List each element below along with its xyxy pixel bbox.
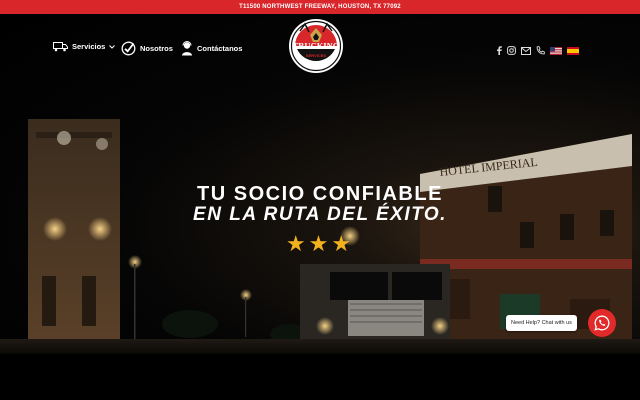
whatsapp-chat-button[interactable] xyxy=(588,309,616,337)
hero-headline-line1: TU SOCIO CONFIABLE xyxy=(197,183,443,205)
chat-prompt-label[interactable]: Need Help? Chat with us xyxy=(506,315,577,331)
us-flag-icon[interactable] xyxy=(550,42,562,60)
nav-label-nosotros: Nosotros xyxy=(140,44,173,53)
address-text: T11500 NORTHWEST FREEWAY, HOUSTON, TX 77… xyxy=(239,4,401,10)
nav-item-servicios[interactable]: Servicios xyxy=(53,41,116,52)
main-navigation: Servicios Nosotros Contáctanos TRUCKING xyxy=(0,14,640,84)
truck-icon xyxy=(53,42,68,52)
facebook-icon[interactable] xyxy=(496,42,502,60)
logo-text: TRUCKING xyxy=(293,41,340,51)
hero-headline-line2: EN LA RUTA DEL ÉXITO. xyxy=(193,204,447,225)
chevron-down-icon xyxy=(109,44,116,49)
instagram-icon[interactable] xyxy=(507,42,516,60)
clock-face xyxy=(57,131,71,145)
nav-label-contactanos: Contáctanos xyxy=(197,44,243,53)
trucking-logo[interactable]: TRUCKING SERVICES xyxy=(288,18,344,74)
social-links xyxy=(496,42,579,60)
truck-silhouette xyxy=(300,264,450,344)
support-agent-icon xyxy=(182,41,192,56)
top-address-bar: T11500 NORTHWEST FREEWAY, HOUSTON, TX 77… xyxy=(0,0,640,14)
check-badge-icon xyxy=(121,41,136,56)
bottom-section xyxy=(0,354,640,400)
nav-item-nosotros[interactable]: Nosotros xyxy=(121,41,173,56)
whatsapp-icon xyxy=(594,315,610,331)
phone-icon[interactable] xyxy=(536,42,546,60)
email-icon[interactable] xyxy=(521,42,531,60)
nav-label-servicios: Servicios xyxy=(72,42,106,51)
logo-subtext: SERVICES xyxy=(306,53,326,58)
spain-flag-icon[interactable] xyxy=(567,42,579,60)
rating-stars: ★★★ xyxy=(285,231,355,256)
nav-item-contactanos[interactable]: Contáctanos xyxy=(181,41,242,56)
